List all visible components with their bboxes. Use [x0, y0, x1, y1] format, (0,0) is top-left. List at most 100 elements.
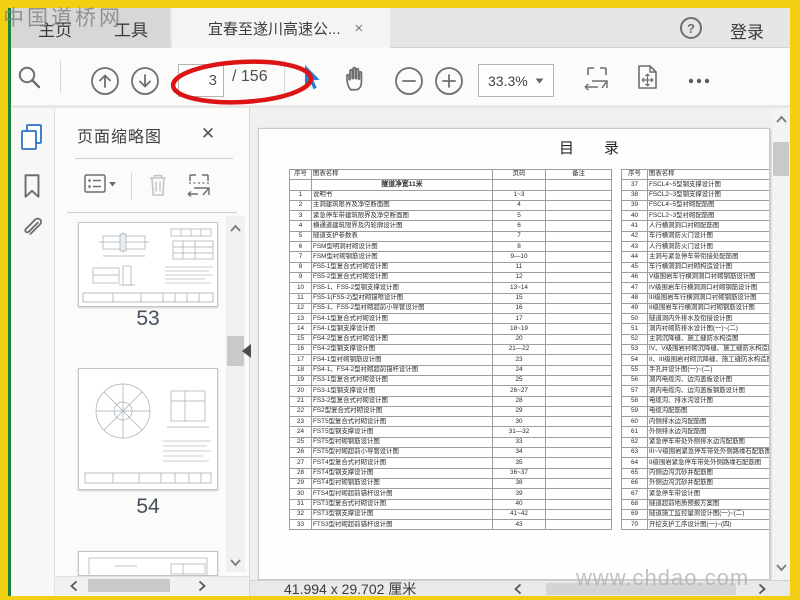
page-54-drawing — [84, 383, 212, 484]
toc-row: 18 FS4-1、FS4-2型衬砌超前锚杆设计图 24 — [289, 364, 612, 376]
toc-row: 27 FST4型复合式衬砌设计图 35 — [289, 457, 612, 469]
toc-row: 43 人行横洞防火门设计图 — [621, 241, 769, 253]
toc-row: 33 FTS3型衬砌超前锚杆设计图 43 — [289, 519, 612, 531]
document-scroll-left-button[interactable] — [510, 582, 526, 596]
attachments-nav-button[interactable] — [18, 214, 46, 242]
toolbar-divider — [284, 60, 285, 93]
search-button[interactable] — [16, 64, 44, 92]
document-scrollbar-thumb[interactable] — [773, 142, 789, 176]
thumbnail-options-icon — [84, 174, 116, 193]
toc-row: 64 II级围岩紧急停车带处外侧路缘石配筋图 — [621, 457, 769, 469]
sidebar-scroll-down-button[interactable] — [226, 554, 245, 570]
toc-row: 2 主洞建筑限界及净空断面图 4 — [289, 199, 612, 212]
thumbnail-options-button[interactable] — [83, 172, 117, 198]
toc-row: 1 说明书 1~3 — [289, 189, 612, 201]
tab-document-label: 宜春至遂川高速公... — [208, 20, 341, 38]
page-down-icon — [131, 67, 159, 95]
toc-row: 54 II、III级围岩衬砌沉降缝、施工缝防水构造图 — [621, 354, 769, 366]
document-scroll-up-button[interactable] — [772, 110, 790, 128]
zoom-out-icon — [395, 67, 423, 95]
fit-width-button[interactable] — [582, 64, 612, 92]
chevron-up-icon — [230, 224, 241, 232]
panel-toolbar-divider — [131, 172, 132, 200]
toc-row: 31 FST3型复合式衬砌设计图 40 — [289, 498, 612, 510]
document-view: 目 录 序号 图表名称 页码 备注 隧道净宽11米 1 说明书 1~3 2 主洞建筑限界及净空断面… — [250, 108, 790, 580]
sidebar-scroll-right-button[interactable] — [195, 579, 209, 592]
toc-row: 21 FS3-2型复合式衬砌设计图 28 — [289, 395, 612, 407]
panel-close-button[interactable]: ✕ — [197, 123, 219, 145]
toc-row: 67 紧急停车带设计图 — [621, 488, 769, 500]
panel-divider — [67, 212, 237, 213]
more-tools-button[interactable] — [684, 66, 714, 96]
watermark-top-left: 中国道桥网 — [3, 6, 123, 30]
toc-row: 32 FST3型钢支撑设计图 41~42 — [289, 508, 612, 521]
toc-row: 46 V级围岩车行横洞洞口衬砌钢筋设计图 — [621, 271, 769, 284]
toc-row: 12 FS5-1、FS5-2型衬砌超前小导管设计图 16 — [289, 302, 612, 315]
toc-row: 70 开挖支护工序设计图(一)~(四) — [621, 519, 769, 531]
sidebar-scroll-up-button[interactable] — [226, 220, 245, 236]
toc-row: 55 手孔井设计图(一)~(二) — [621, 364, 769, 376]
toc-row: 28 FST4型钢支撑设计图 36~37 — [289, 467, 612, 479]
sidebar-hscrollbar-thumb[interactable] — [88, 579, 170, 592]
resize-thumbnails-button[interactable] — [185, 171, 215, 199]
document-page: 目 录 序号 图表名称 页码 备注 隧道净宽11米 1 说明书 1~3 2 主洞建筑限界及净空断面… — [258, 128, 770, 580]
toc-row: 14 FS4-1型钢支撑设计图 18~19 — [289, 323, 612, 335]
attachments-icon — [24, 217, 43, 235]
resize-thumbnails-icon — [187, 174, 210, 198]
navigation-icon-strip — [8, 108, 55, 596]
page-thumbnails-nav-button[interactable] — [18, 122, 46, 150]
toc-row: 53 IV、V级围岩衬砌沉降缝、施工缝防水构造图 — [621, 344, 769, 356]
previous-page-button[interactable] — [90, 66, 120, 96]
sidebar-scroll-left-button[interactable] — [67, 579, 81, 592]
zoom-in-icon — [435, 67, 463, 95]
thumbnail-page-number: 53 — [136, 307, 160, 330]
page-up-icon — [91, 67, 119, 95]
page-number-input[interactable] — [178, 64, 224, 97]
page-thumbnail[interactable] — [78, 222, 218, 307]
zoom-out-button[interactable] — [394, 66, 424, 96]
toc-row: 63 III~V级围岩紧急停车带处外侧路缘石配筋图 — [621, 447, 769, 459]
toc-row: 45 车行横洞洞口衬砌构造设计图 — [621, 261, 769, 273]
toc-table-right: 序号 图表名称 37 FSCL4~5型钢支撑设计图 38 FSCL2~3型钢支撑设计图 39… — [621, 168, 769, 531]
zoom-in-button[interactable] — [434, 66, 464, 96]
toc-table-left: 序号 图表名称 页码 备注 隧道净宽11米 1 说明书 1~3 2 主洞建筑限界及净空断面图 4 3 紧… — [289, 168, 612, 531]
toc-row: 37 FSCL4~5型钢支撑设计图 — [621, 179, 769, 191]
page-thumbnail[interactable] — [78, 551, 218, 576]
sidebar-vertical-scrollbar[interactable] — [226, 216, 245, 572]
toc-row: 49 II级围岩车行横洞洞口衬砌钢筋设计图 — [621, 302, 769, 315]
select-tool-button[interactable] — [298, 62, 324, 92]
toc-row: 40 FSCL2~3型衬砌配筋图 — [621, 210, 769, 222]
next-page-button[interactable] — [130, 66, 160, 96]
login-button[interactable]: 登录 — [730, 18, 764, 43]
page-thumbnails-icon — [21, 124, 42, 150]
toc-header-row: 序号 图表名称 — [621, 168, 769, 181]
toc-row: 66 外侧边沟沉砂井配筋图 — [621, 477, 769, 490]
toc-row: 16 FS4-2型钢支撑设计图 21—22 — [289, 344, 612, 356]
tab-bar: 主页 工具 宜春至遂川高速公... × ? 登录 — [8, 8, 790, 48]
toc-row: 19 FS3-1型复合式衬砌设计图 25 — [289, 374, 612, 387]
tab-close-icon[interactable]: × — [355, 20, 364, 37]
hand-tool-button[interactable] — [340, 63, 370, 93]
document-vertical-scrollbar[interactable] — [772, 108, 790, 580]
toc-row: 65 内侧边沟沉砂井配筋图 — [621, 467, 769, 479]
panel-collapse-handle[interactable] — [242, 344, 251, 358]
document-scroll-right-button[interactable] — [754, 582, 770, 596]
page-thumbnail[interactable] — [78, 368, 218, 490]
toc-row: 10 FS5-1、FS5-2型钢支撑设计图 13~14 — [289, 282, 612, 294]
toc-row: 62 紧急停车带处外侧排水边沟配筋图 — [621, 436, 769, 449]
toc-row: 17 FS4-1型衬砌钢筋设计图 23 — [289, 354, 612, 366]
bookmarks-nav-button[interactable] — [18, 172, 46, 200]
toc-row: 52 主洞沉降缝、施工缝防水构造图 — [621, 333, 769, 346]
select-cursor-icon — [305, 65, 320, 90]
toc-row: 15 FS4-2型复合式衬砌设计图 20 — [289, 333, 612, 346]
zoom-level-dropdown[interactable]: 33.3% — [478, 64, 554, 97]
tab-document[interactable]: 宜春至遂川高速公... × — [172, 8, 390, 48]
zoom-level-value: 33.3% — [488, 72, 528, 89]
toc-row: 26 FST5型衬砌超前小导管设计图 34 — [289, 447, 612, 459]
delete-page-button[interactable] — [145, 171, 171, 199]
page-55-drawing — [88, 557, 208, 575]
document-scroll-down-button[interactable] — [772, 558, 790, 576]
toc-row: 25 FST5型衬砌钢筋设计图 33 — [289, 436, 612, 449]
fit-page-button[interactable] — [632, 62, 662, 92]
help-button[interactable]: ? — [680, 17, 702, 39]
